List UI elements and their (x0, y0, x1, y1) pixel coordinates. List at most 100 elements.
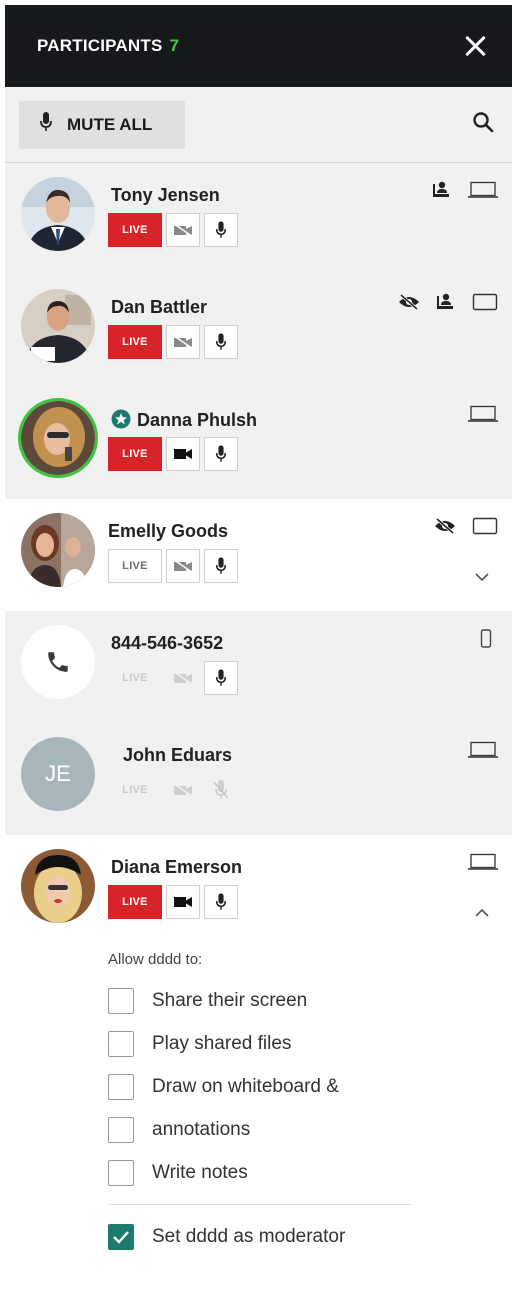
camera-icon[interactable] (166, 885, 200, 919)
participant-row[interactable]: Emelly Goods LIVE (5, 499, 512, 611)
camera-icon[interactable] (166, 437, 200, 471)
media-controls: LIVE (108, 661, 242, 695)
participant-name: Tony Jensen (111, 185, 220, 205)
phone-icon (45, 649, 71, 675)
avatar (21, 625, 95, 699)
media-controls: LIVE (108, 773, 242, 807)
chevron-up-icon[interactable] (474, 905, 490, 923)
permissions-label: Allow dddd to: (108, 951, 203, 968)
media-controls: LIVE (108, 437, 242, 471)
mobile-phone-icon[interactable] (480, 629, 492, 649)
status-icons (464, 629, 492, 649)
camera-off-icon[interactable] (166, 325, 200, 359)
participant-name: Dan Battler (111, 297, 208, 317)
presenter-icon[interactable] (436, 293, 456, 311)
camera-off-icon (166, 661, 200, 695)
checkbox[interactable] (108, 1159, 134, 1186)
participant-name-row: Danna Phulsh (111, 409, 257, 431)
checkmark-icon (113, 1230, 129, 1244)
toolbar: MUTE ALL (5, 87, 512, 163)
participant-row[interactable]: Danna Phulsh LIVE (5, 387, 512, 499)
permission-draw-whiteboard[interactable]: Draw on whiteboard & (108, 1065, 512, 1108)
participant-row[interactable]: 844-546-3652 LIVE (5, 611, 512, 723)
participants-panel: PARTICIPANTS 7 MUTE ALL Tony Jensen LIVE (5, 5, 512, 1301)
tablet-icon[interactable] (472, 517, 498, 535)
presenter-icon[interactable] (432, 181, 452, 199)
moderator-star-icon (111, 409, 131, 429)
status-icons (452, 853, 498, 871)
avatar (21, 513, 95, 587)
participant-row[interactable]: Dan Battler LIVE (5, 275, 512, 387)
live-toggle[interactable]: LIVE (108, 437, 162, 471)
live-toggle[interactable]: LIVE (108, 885, 162, 919)
microphone-icon[interactable] (204, 549, 238, 583)
checkbox-label: Draw on whiteboard & (152, 1075, 339, 1097)
participant-row[interactable]: Diana Emerson LIVE (5, 835, 512, 947)
hidden-eye-icon[interactable] (434, 518, 456, 534)
microphone-icon (39, 112, 53, 137)
laptop-icon[interactable] (468, 853, 498, 871)
laptop-icon[interactable] (468, 741, 498, 759)
panel-header: PARTICIPANTS 7 (5, 5, 512, 87)
live-toggle: LIVE (122, 784, 148, 796)
live-toggle[interactable]: LIVE (108, 549, 162, 583)
panel-title: PARTICIPANTS (37, 36, 163, 55)
close-icon[interactable] (462, 33, 488, 59)
permission-share-screen[interactable]: Share their screen (108, 979, 512, 1022)
checkbox-label: annotations (152, 1118, 251, 1140)
participant-name: 844-546-3652 (111, 633, 224, 653)
chevron-down-icon[interactable] (474, 569, 490, 587)
mute-all-button[interactable]: MUTE ALL (19, 100, 185, 149)
microphone-off-icon (204, 773, 238, 807)
permission-annotations[interactable]: annotations (108, 1108, 512, 1151)
camera-off-icon[interactable] (166, 549, 200, 583)
checkbox-label: Write notes (152, 1161, 248, 1183)
participant-name: Danna Phulsh (137, 410, 258, 430)
checkbox[interactable] (108, 1116, 134, 1143)
camera-off-icon[interactable] (166, 213, 200, 247)
microphone-icon[interactable] (204, 437, 238, 471)
participant-row[interactable]: Tony Jensen LIVE (5, 163, 512, 275)
participant-name: Diana Emerson (111, 857, 243, 877)
microphone-icon[interactable] (204, 661, 238, 695)
checkbox-label: Set dddd as moderator (152, 1225, 346, 1247)
permission-play-files[interactable]: Play shared files (108, 1022, 512, 1065)
tablet-icon[interactable] (472, 293, 498, 311)
participant-count: 7 (169, 36, 179, 55)
participant-name: Emelly Goods (108, 521, 229, 541)
laptop-icon[interactable] (468, 181, 498, 199)
checkbox-checked[interactable] (108, 1223, 134, 1250)
status-icons (418, 517, 498, 535)
status-icons (416, 181, 498, 199)
camera-off-icon (166, 773, 200, 807)
permissions-section: Allow dddd to: Share their screen Play s… (5, 951, 512, 1258)
microphone-icon[interactable] (204, 885, 238, 919)
divider (108, 1204, 411, 1205)
status-icons (452, 741, 498, 759)
media-controls: LIVE (108, 213, 242, 247)
checkbox[interactable] (108, 1030, 134, 1057)
live-toggle[interactable]: LIVE (108, 213, 162, 247)
checkbox[interactable] (108, 1073, 134, 1100)
avatar: JE (21, 737, 95, 811)
microphone-icon[interactable] (204, 325, 238, 359)
live-toggle[interactable]: LIVE (108, 325, 162, 359)
checkbox-label: Share their screen (152, 989, 308, 1011)
hidden-eye-icon[interactable] (398, 294, 420, 310)
mute-all-label: MUTE ALL (67, 114, 153, 134)
media-controls: LIVE (108, 549, 242, 583)
avatar (21, 849, 95, 923)
microphone-icon[interactable] (204, 213, 238, 247)
status-icons (382, 293, 498, 311)
participant-row[interactable]: JE John Eduars LIVE (5, 723, 512, 835)
checkbox-label: Play shared files (152, 1032, 292, 1054)
search-icon[interactable] (472, 111, 494, 138)
media-controls: LIVE (108, 885, 242, 919)
checkbox[interactable] (108, 987, 134, 1014)
media-controls: LIVE (108, 325, 242, 359)
laptop-icon[interactable] (468, 405, 498, 423)
permission-moderator[interactable]: Set dddd as moderator (108, 1215, 512, 1258)
participant-name: John Eduars (123, 745, 233, 765)
avatar (21, 177, 95, 251)
permission-write-notes[interactable]: Write notes (108, 1151, 512, 1194)
